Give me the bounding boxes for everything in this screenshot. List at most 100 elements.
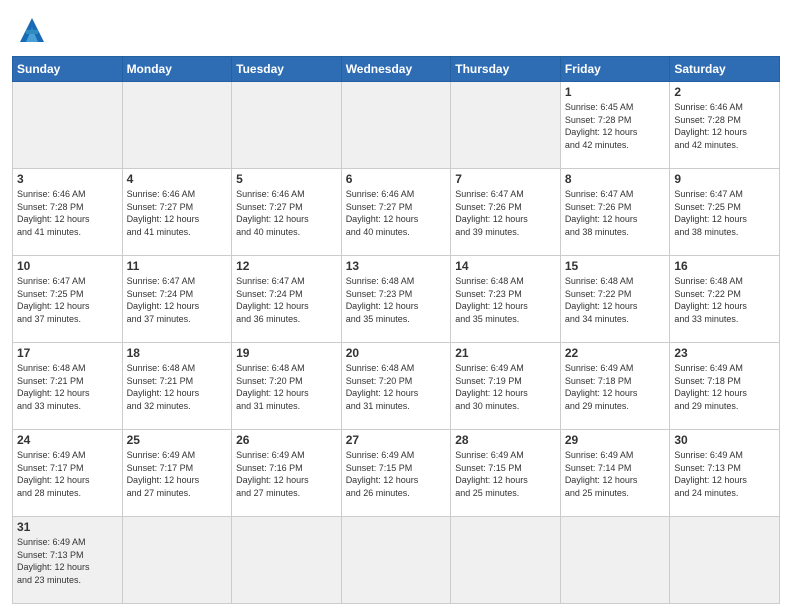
day-number: 16 <box>674 259 775 273</box>
calendar-cell: 18 Sunrise: 6:48 AM Sunset: 7:21 PM Dayli… <box>122 343 232 430</box>
calendar-cell: 26 Sunrise: 6:49 AM Sunset: 7:16 PM Dayli… <box>232 430 342 517</box>
day-info: Sunrise: 6:48 AM Sunset: 7:22 PM Dayligh… <box>565 275 666 325</box>
calendar-cell: 1 Sunrise: 6:45 AM Sunset: 7:28 PM Daylig… <box>560 82 670 169</box>
calendar-cell: 5 Sunrise: 6:46 AM Sunset: 7:27 PM Daylig… <box>232 169 342 256</box>
day-number: 17 <box>17 346 118 360</box>
day-number: 18 <box>127 346 228 360</box>
header <box>12 10 780 50</box>
day-number: 20 <box>346 346 447 360</box>
calendar-cell: 13Sunrise: 6:48 AM Sunset: 7:23 PM Dayli… <box>341 256 451 343</box>
day-info: Sunrise: 6:47 AM Sunset: 7:25 PM Dayligh… <box>17 275 118 325</box>
day-number: 5 <box>236 172 337 186</box>
day-number: 21 <box>455 346 556 360</box>
calendar-cell <box>451 82 561 169</box>
day-number: 10 <box>17 259 118 273</box>
day-number: 12 <box>236 259 337 273</box>
calendar-week-3: 10 Sunrise: 6:47 AM Sunset: 7:25 PM Dayli… <box>13 256 780 343</box>
day-info: Sunrise: 6:47 AM Sunset: 7:26 PM Dayligh… <box>455 188 556 238</box>
day-number: 11 <box>127 259 228 273</box>
calendar-week-6: 31 Sunrise: 6:49 AM Sunset: 7:13 PM Dayli… <box>13 517 780 604</box>
calendar-cell: 25 Sunrise: 6:49 AM Sunset: 7:17 PM Dayli… <box>122 430 232 517</box>
calendar-cell: 27Sunrise: 6:49 AM Sunset: 7:15 PM Dayli… <box>341 430 451 517</box>
weekday-header-wednesday: Wednesday <box>341 57 451 82</box>
calendar-cell: 8 Sunrise: 6:47 AM Sunset: 7:26 PM Daylig… <box>560 169 670 256</box>
day-info: Sunrise: 6:46 AM Sunset: 7:27 PM Dayligh… <box>346 188 447 238</box>
calendar-cell: 7 Sunrise: 6:47 AM Sunset: 7:26 PM Daylig… <box>451 169 561 256</box>
calendar-cell: 23 Sunrise: 6:49 AM Sunset: 7:18 PM Dayli… <box>670 343 780 430</box>
calendar-cell <box>13 82 123 169</box>
calendar-cell: 11 Sunrise: 6:47 AM Sunset: 7:24 PM Dayli… <box>122 256 232 343</box>
day-number: 7 <box>455 172 556 186</box>
calendar-cell <box>232 82 342 169</box>
weekday-header-sunday: Sunday <box>13 57 123 82</box>
day-number: 26 <box>236 433 337 447</box>
day-info: Sunrise: 6:49 AM Sunset: 7:15 PM Dayligh… <box>346 449 447 499</box>
day-number: 22 <box>565 346 666 360</box>
day-number: 15 <box>565 259 666 273</box>
day-info: Sunrise: 6:49 AM Sunset: 7:13 PM Dayligh… <box>17 536 118 586</box>
day-number: 19 <box>236 346 337 360</box>
calendar-table: SundayMondayTuesdayWednesdayThursdayFrid… <box>12 56 780 604</box>
calendar-cell: 29 Sunrise: 6:49 AM Sunset: 7:14 PM Dayli… <box>560 430 670 517</box>
day-info: Sunrise: 6:48 AM Sunset: 7:21 PM Dayligh… <box>127 362 228 412</box>
day-number: 9 <box>674 172 775 186</box>
weekday-header-friday: Friday <box>560 57 670 82</box>
calendar-cell: 24 Sunrise: 6:49 AM Sunset: 7:17 PM Dayli… <box>13 430 123 517</box>
day-info: Sunrise: 6:49 AM Sunset: 7:18 PM Dayligh… <box>565 362 666 412</box>
calendar-cell <box>122 517 232 604</box>
day-info: Sunrise: 6:49 AM Sunset: 7:19 PM Dayligh… <box>455 362 556 412</box>
calendar-cell <box>341 82 451 169</box>
day-number: 30 <box>674 433 775 447</box>
calendar-cell: 31 Sunrise: 6:49 AM Sunset: 7:13 PM Dayli… <box>13 517 123 604</box>
day-info: Sunrise: 6:48 AM Sunset: 7:22 PM Dayligh… <box>674 275 775 325</box>
day-number: 3 <box>17 172 118 186</box>
calendar-page: SundayMondayTuesdayWednesdayThursdayFrid… <box>0 0 792 612</box>
calendar-week-4: 17 Sunrise: 6:48 AM Sunset: 7:21 PM Dayli… <box>13 343 780 430</box>
calendar-cell: 17 Sunrise: 6:48 AM Sunset: 7:21 PM Dayli… <box>13 343 123 430</box>
calendar-cell: 2Sunrise: 6:46 AM Sunset: 7:28 PM Daylig… <box>670 82 780 169</box>
weekday-header-saturday: Saturday <box>670 57 780 82</box>
calendar-cell: 14Sunrise: 6:48 AM Sunset: 7:23 PM Dayli… <box>451 256 561 343</box>
weekday-header-thursday: Thursday <box>451 57 561 82</box>
calendar-cell: 22 Sunrise: 6:49 AM Sunset: 7:18 PM Dayli… <box>560 343 670 430</box>
day-info: Sunrise: 6:47 AM Sunset: 7:26 PM Dayligh… <box>565 188 666 238</box>
day-info: Sunrise: 6:46 AM Sunset: 7:28 PM Dayligh… <box>17 188 118 238</box>
day-info: Sunrise: 6:48 AM Sunset: 7:20 PM Dayligh… <box>236 362 337 412</box>
calendar-cell: 19 Sunrise: 6:48 AM Sunset: 7:20 PM Dayli… <box>232 343 342 430</box>
day-info: Sunrise: 6:48 AM Sunset: 7:23 PM Dayligh… <box>455 275 556 325</box>
calendar-week-5: 24 Sunrise: 6:49 AM Sunset: 7:17 PM Dayli… <box>13 430 780 517</box>
day-number: 1 <box>565 85 666 99</box>
day-number: 25 <box>127 433 228 447</box>
calendar-cell: 3 Sunrise: 6:46 AM Sunset: 7:28 PM Daylig… <box>13 169 123 256</box>
calendar-week-1: 1 Sunrise: 6:45 AM Sunset: 7:28 PM Daylig… <box>13 82 780 169</box>
day-info: Sunrise: 6:49 AM Sunset: 7:13 PM Dayligh… <box>674 449 775 499</box>
day-number: 4 <box>127 172 228 186</box>
day-number: 31 <box>17 520 118 534</box>
day-number: 8 <box>565 172 666 186</box>
calendar-cell: 6Sunrise: 6:46 AM Sunset: 7:27 PM Daylig… <box>341 169 451 256</box>
weekday-header-tuesday: Tuesday <box>232 57 342 82</box>
day-info: Sunrise: 6:49 AM Sunset: 7:17 PM Dayligh… <box>17 449 118 499</box>
day-info: Sunrise: 6:49 AM Sunset: 7:16 PM Dayligh… <box>236 449 337 499</box>
day-info: Sunrise: 6:49 AM Sunset: 7:17 PM Dayligh… <box>127 449 228 499</box>
day-number: 29 <box>565 433 666 447</box>
logo-icon <box>12 10 52 50</box>
calendar-cell <box>670 517 780 604</box>
calendar-cell: 28Sunrise: 6:49 AM Sunset: 7:15 PM Dayli… <box>451 430 561 517</box>
calendar-cell: 10 Sunrise: 6:47 AM Sunset: 7:25 PM Dayli… <box>13 256 123 343</box>
calendar-cell: 16 Sunrise: 6:48 AM Sunset: 7:22 PM Dayli… <box>670 256 780 343</box>
day-info: Sunrise: 6:49 AM Sunset: 7:14 PM Dayligh… <box>565 449 666 499</box>
day-info: Sunrise: 6:48 AM Sunset: 7:23 PM Dayligh… <box>346 275 447 325</box>
day-info: Sunrise: 6:47 AM Sunset: 7:24 PM Dayligh… <box>127 275 228 325</box>
day-info: Sunrise: 6:49 AM Sunset: 7:18 PM Dayligh… <box>674 362 775 412</box>
calendar-cell: 20Sunrise: 6:48 AM Sunset: 7:20 PM Dayli… <box>341 343 451 430</box>
day-info: Sunrise: 6:48 AM Sunset: 7:21 PM Dayligh… <box>17 362 118 412</box>
day-number: 23 <box>674 346 775 360</box>
day-number: 24 <box>17 433 118 447</box>
day-info: Sunrise: 6:47 AM Sunset: 7:25 PM Dayligh… <box>674 188 775 238</box>
day-info: Sunrise: 6:46 AM Sunset: 7:27 PM Dayligh… <box>236 188 337 238</box>
day-number: 2 <box>674 85 775 99</box>
day-info: Sunrise: 6:45 AM Sunset: 7:28 PM Dayligh… <box>565 101 666 151</box>
weekday-header-row: SundayMondayTuesdayWednesdayThursdayFrid… <box>13 57 780 82</box>
calendar-cell <box>341 517 451 604</box>
